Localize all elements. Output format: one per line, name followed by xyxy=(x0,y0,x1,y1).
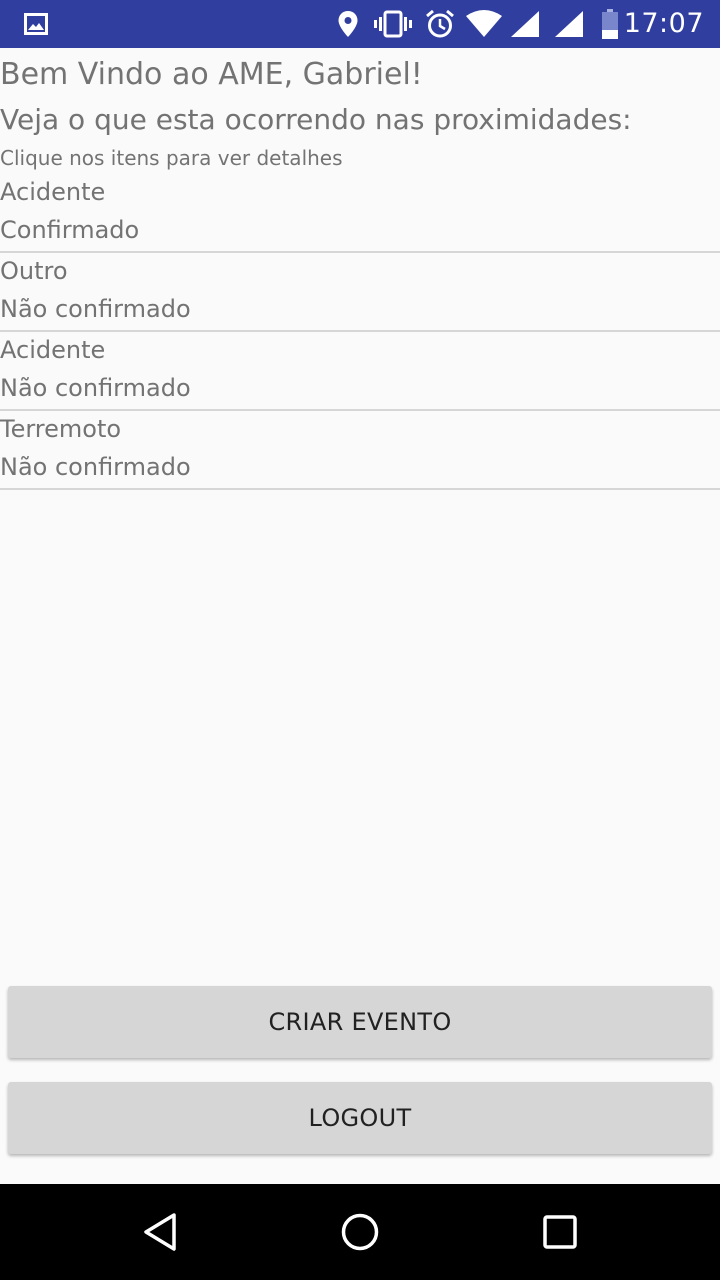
event-type: Terremoto xyxy=(0,415,122,443)
nearby-subtitle: Veja o que esta ocorrendo nas proximidad… xyxy=(0,103,632,136)
event-type: Acidente xyxy=(0,336,106,364)
details-hint: Clique nos itens para ver detalhes xyxy=(0,146,343,170)
logout-button[interactable]: LOGOUT xyxy=(8,1082,712,1154)
create-event-button[interactable]: CRIAR EVENTO xyxy=(8,986,712,1058)
event-type: Outro xyxy=(0,257,68,285)
recents-icon[interactable] xyxy=(500,1184,620,1280)
event-status: Confirmado xyxy=(0,216,140,244)
wifi-icon xyxy=(464,0,504,48)
event-list: Acidente Confirmado Outro Não confirmado… xyxy=(0,174,720,490)
back-icon[interactable] xyxy=(100,1184,220,1280)
list-item[interactable]: Acidente Confirmado xyxy=(0,174,720,253)
signal-icon xyxy=(510,0,540,48)
list-item[interactable]: Acidente Não confirmado xyxy=(0,332,720,411)
event-type: Acidente xyxy=(0,178,106,206)
list-item[interactable]: Terremoto Não confirmado xyxy=(0,411,720,490)
list-item[interactable]: Outro Não confirmado xyxy=(0,253,720,332)
vibrate-icon xyxy=(374,0,412,48)
clock: 17:07 xyxy=(623,8,704,39)
welcome-title: Bem Vindo ao AME, Gabriel! xyxy=(0,57,423,92)
location-icon xyxy=(336,0,360,48)
status-bar: 17:07 xyxy=(0,0,720,48)
image-notification-icon xyxy=(24,0,48,48)
event-status: Não confirmado xyxy=(0,295,191,323)
event-status: Não confirmado xyxy=(0,374,191,402)
event-status: Não confirmado xyxy=(0,453,191,481)
alarm-icon xyxy=(424,0,456,48)
home-icon[interactable] xyxy=(300,1184,420,1280)
battery-icon xyxy=(600,0,620,48)
navigation-bar xyxy=(0,1184,720,1280)
signal-icon xyxy=(554,0,584,48)
